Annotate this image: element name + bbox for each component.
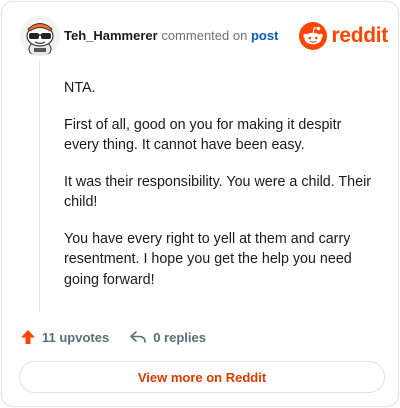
comment-paragraph: NTA. bbox=[64, 80, 96, 96]
post-link[interactable]: post bbox=[251, 28, 278, 43]
reddit-logo[interactable]: reddit bbox=[299, 22, 388, 50]
comment-paragraph: It was their responsibility. You were a … bbox=[64, 173, 372, 211]
reddit-logo-icon bbox=[299, 22, 328, 50]
view-more-button[interactable]: View more on Reddit bbox=[19, 361, 385, 393]
username-link[interactable]: Teh_Hammerer bbox=[64, 28, 158, 43]
thread-line bbox=[39, 60, 40, 312]
comment-paragraph: First of all, good on you for making it … bbox=[64, 116, 342, 154]
upvote-count: 11 upvotes bbox=[42, 329, 110, 345]
comment-actions: 11 upvotes 0 replies bbox=[20, 327, 206, 347]
comment-paragraph: You have every right to yell at them and… bbox=[64, 230, 352, 288]
reddit-wordmark: reddit bbox=[331, 24, 388, 47]
action-text: commented on bbox=[161, 28, 248, 43]
comment-body: NTA. First of all, good on you for makin… bbox=[64, 78, 374, 306]
upvote-icon bbox=[21, 330, 35, 344]
reply-icon bbox=[130, 331, 147, 343]
replies-button[interactable]: 0 replies bbox=[129, 329, 206, 345]
avatar[interactable] bbox=[20, 16, 60, 56]
comment-header: Teh_Hammerer commented on post reddit bbox=[20, 16, 388, 56]
embedded-comment-card: Teh_Hammerer commented on post reddit NT… bbox=[1, 1, 399, 407]
snoo-avatar-icon bbox=[20, 16, 60, 56]
upvote-button[interactable]: 11 upvotes bbox=[20, 329, 109, 345]
reply-count: 0 replies bbox=[153, 329, 206, 345]
comment-meta: Teh_Hammerer commented on post bbox=[64, 28, 278, 44]
